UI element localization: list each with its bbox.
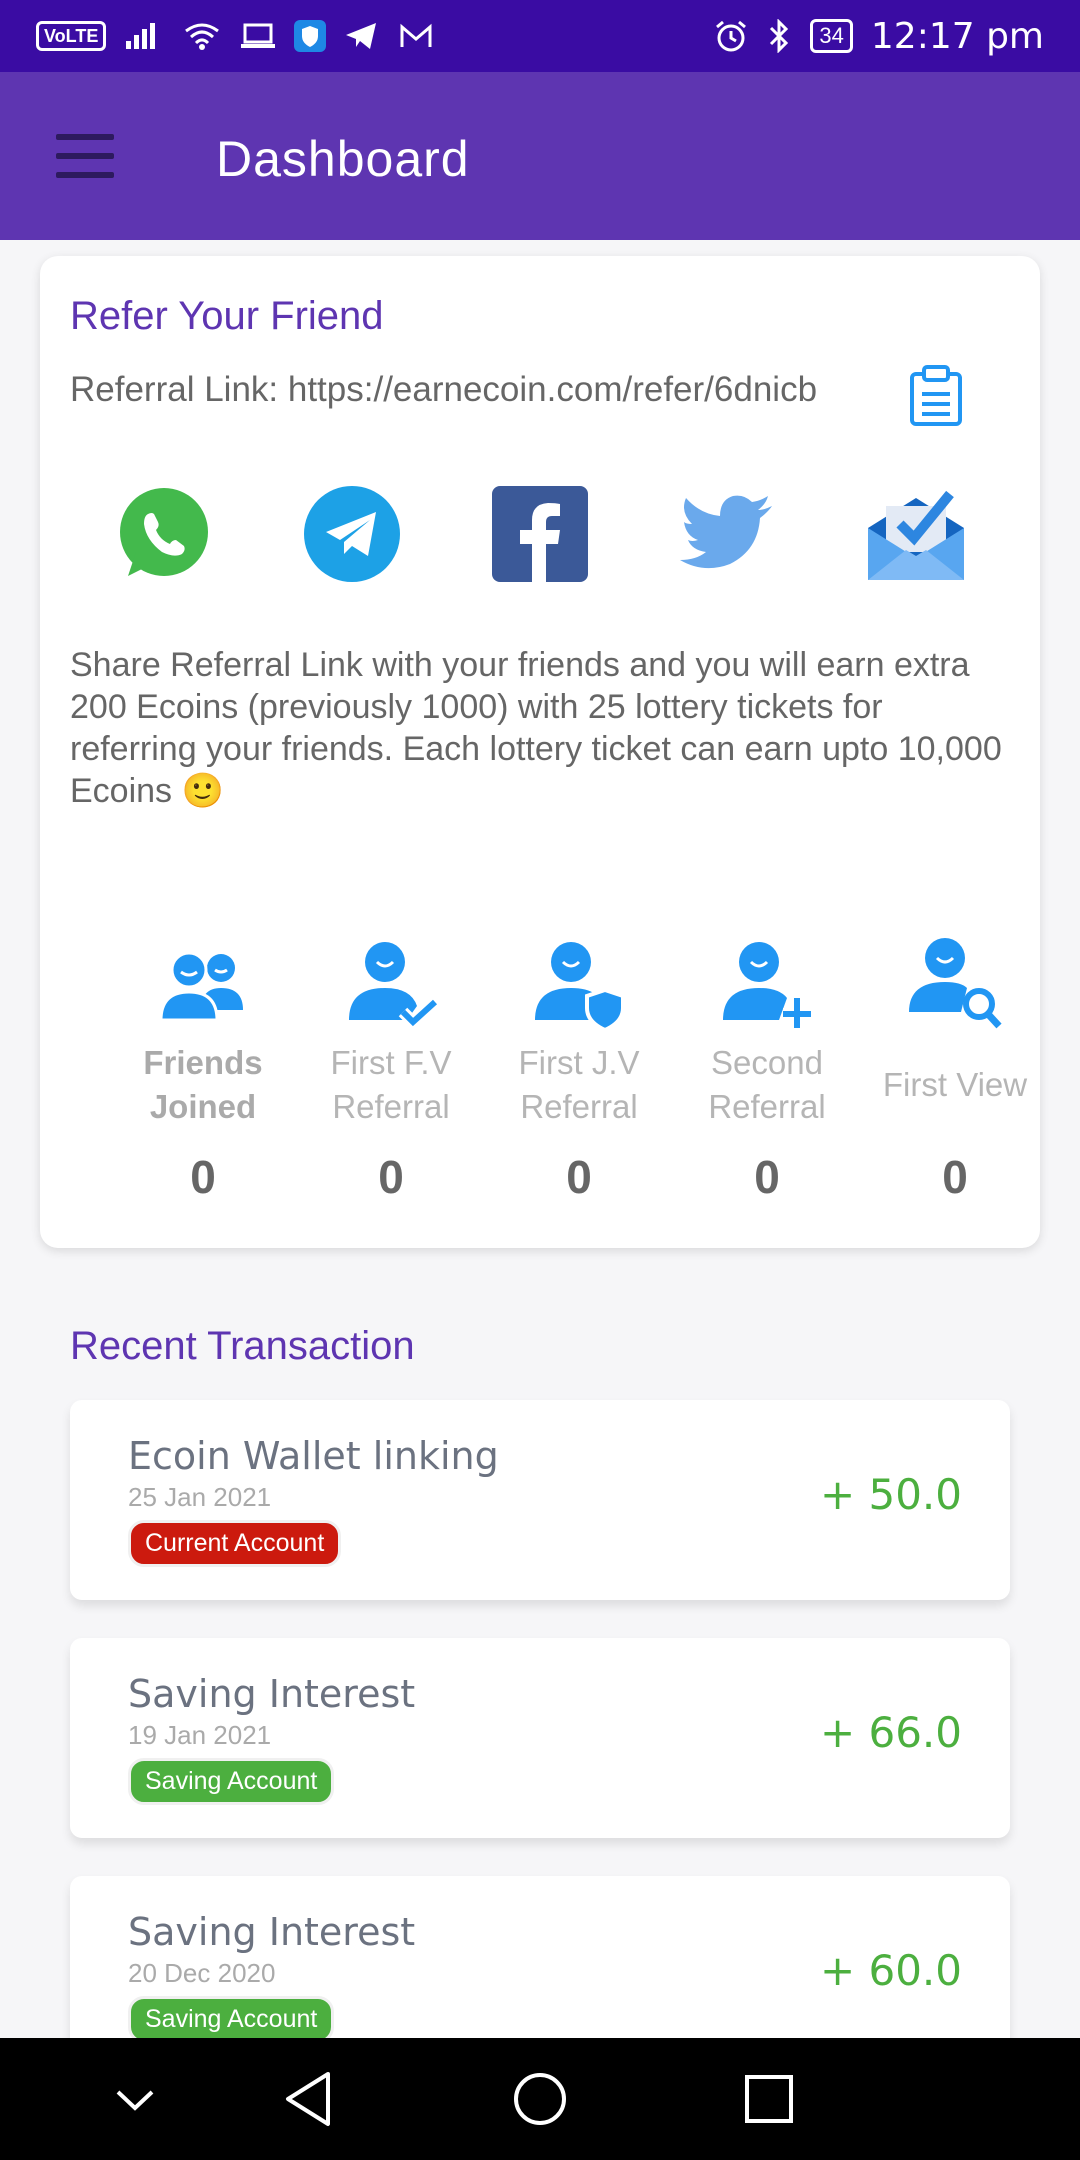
stat-label: Second Referral xyxy=(708,1044,826,1125)
stat-value: 0 xyxy=(942,1151,968,1203)
status-right: 34 12:17 pm xyxy=(714,16,1044,57)
refer-card: Refer Your Friend Referral Link: https:/… xyxy=(40,256,1040,1248)
telegram-status-icon xyxy=(344,21,380,51)
telegram-icon[interactable] xyxy=(302,484,402,584)
stat-value: 0 xyxy=(190,1151,216,1203)
back-icon[interactable] xyxy=(274,2066,344,2132)
wifi-icon xyxy=(182,21,222,51)
user-plus-icon xyxy=(717,932,817,1032)
share-description: Share Referral Link with your friends an… xyxy=(70,646,1002,810)
user-check-icon xyxy=(341,932,441,1032)
status-left: VoLTE xyxy=(36,20,434,52)
stat-value: 0 xyxy=(566,1151,592,1203)
stat-label: First View xyxy=(882,1066,1028,1103)
stat-first-jv-referral: First J.V Referral 0 xyxy=(485,932,673,1203)
stat-value: 0 xyxy=(378,1151,404,1203)
status-time: 12:17 pm xyxy=(870,15,1044,57)
battery-indicator: 34 xyxy=(810,19,853,53)
user-shield-icon xyxy=(529,932,629,1033)
chevron-down-icon[interactable] xyxy=(100,2066,170,2132)
transaction-amount: + 66.0 xyxy=(819,1708,962,1757)
email-icon[interactable] xyxy=(866,484,966,584)
user-search-icon xyxy=(905,932,1005,1032)
refer-title: Refer Your Friend xyxy=(70,294,384,338)
whatsapp-icon[interactable] xyxy=(114,484,214,584)
alarm-icon xyxy=(714,19,748,53)
friends-icon xyxy=(153,932,253,1032)
transaction-card[interactable]: Saving Interest 19 Jan 2021 Saving Accou… xyxy=(70,1638,1010,1838)
status-bar: VoLTE 34 12:17 pm xyxy=(0,0,1080,72)
clipboard-icon[interactable] xyxy=(906,364,966,428)
bluetooth-icon xyxy=(766,19,792,53)
transaction-amount: + 60.0 xyxy=(819,1946,962,1995)
app-bar: Dashboard xyxy=(0,72,1080,240)
menu-icon[interactable] xyxy=(56,134,114,178)
stat-first-fv-referral: First F.V Referral 0 xyxy=(297,932,485,1203)
shield-app-icon xyxy=(294,20,327,52)
stat-value: 0 xyxy=(754,1151,780,1203)
share-row xyxy=(40,484,1040,584)
home-icon[interactable] xyxy=(505,2066,575,2132)
stat-label: First F.V Referral xyxy=(330,1044,452,1125)
account-badge: Saving Account xyxy=(128,1996,335,2043)
stat-label: First J.V Referral xyxy=(518,1044,640,1125)
volte-indicator: VoLTE xyxy=(36,21,107,51)
gmail-icon xyxy=(398,21,434,51)
stat-friends-joined: Friends Joined 0 xyxy=(109,932,297,1203)
facebook-icon[interactable] xyxy=(490,484,590,584)
transaction-title: Ecoin Wallet linking xyxy=(128,1434,499,1478)
transaction-amount: + 50.0 xyxy=(819,1470,962,1519)
signal-icon xyxy=(124,21,164,51)
transaction-date: 25 Jan 2021 xyxy=(128,1482,272,1512)
page-title: Dashboard xyxy=(216,131,470,187)
account-badge: Saving Account xyxy=(128,1758,335,1805)
transaction-title: Saving Interest xyxy=(128,1672,416,1716)
transaction-title: Saving Interest xyxy=(128,1910,416,1954)
stat-label: Friends Joined xyxy=(143,1044,263,1125)
laptop-icon xyxy=(240,21,276,51)
twitter-icon[interactable] xyxy=(678,484,778,584)
account-badge: Current Account xyxy=(128,1520,342,1567)
recents-icon[interactable] xyxy=(734,2066,804,2132)
system-nav-bar xyxy=(0,2038,1080,2160)
transaction-card[interactable]: Ecoin Wallet linking 25 Jan 2021 Current… xyxy=(70,1400,1010,1600)
referral-link: Referral Link: https://earnecoin.com/ref… xyxy=(70,370,818,409)
transaction-date: 19 Jan 2021 xyxy=(128,1720,272,1750)
recent-transaction-title: Recent Transaction xyxy=(70,1324,415,1368)
stat-first-view: First View 0 xyxy=(861,932,1049,1203)
transaction-date: 20 Dec 2020 xyxy=(128,1958,276,1988)
stat-second-referral: Second Referral 0 xyxy=(673,932,861,1203)
